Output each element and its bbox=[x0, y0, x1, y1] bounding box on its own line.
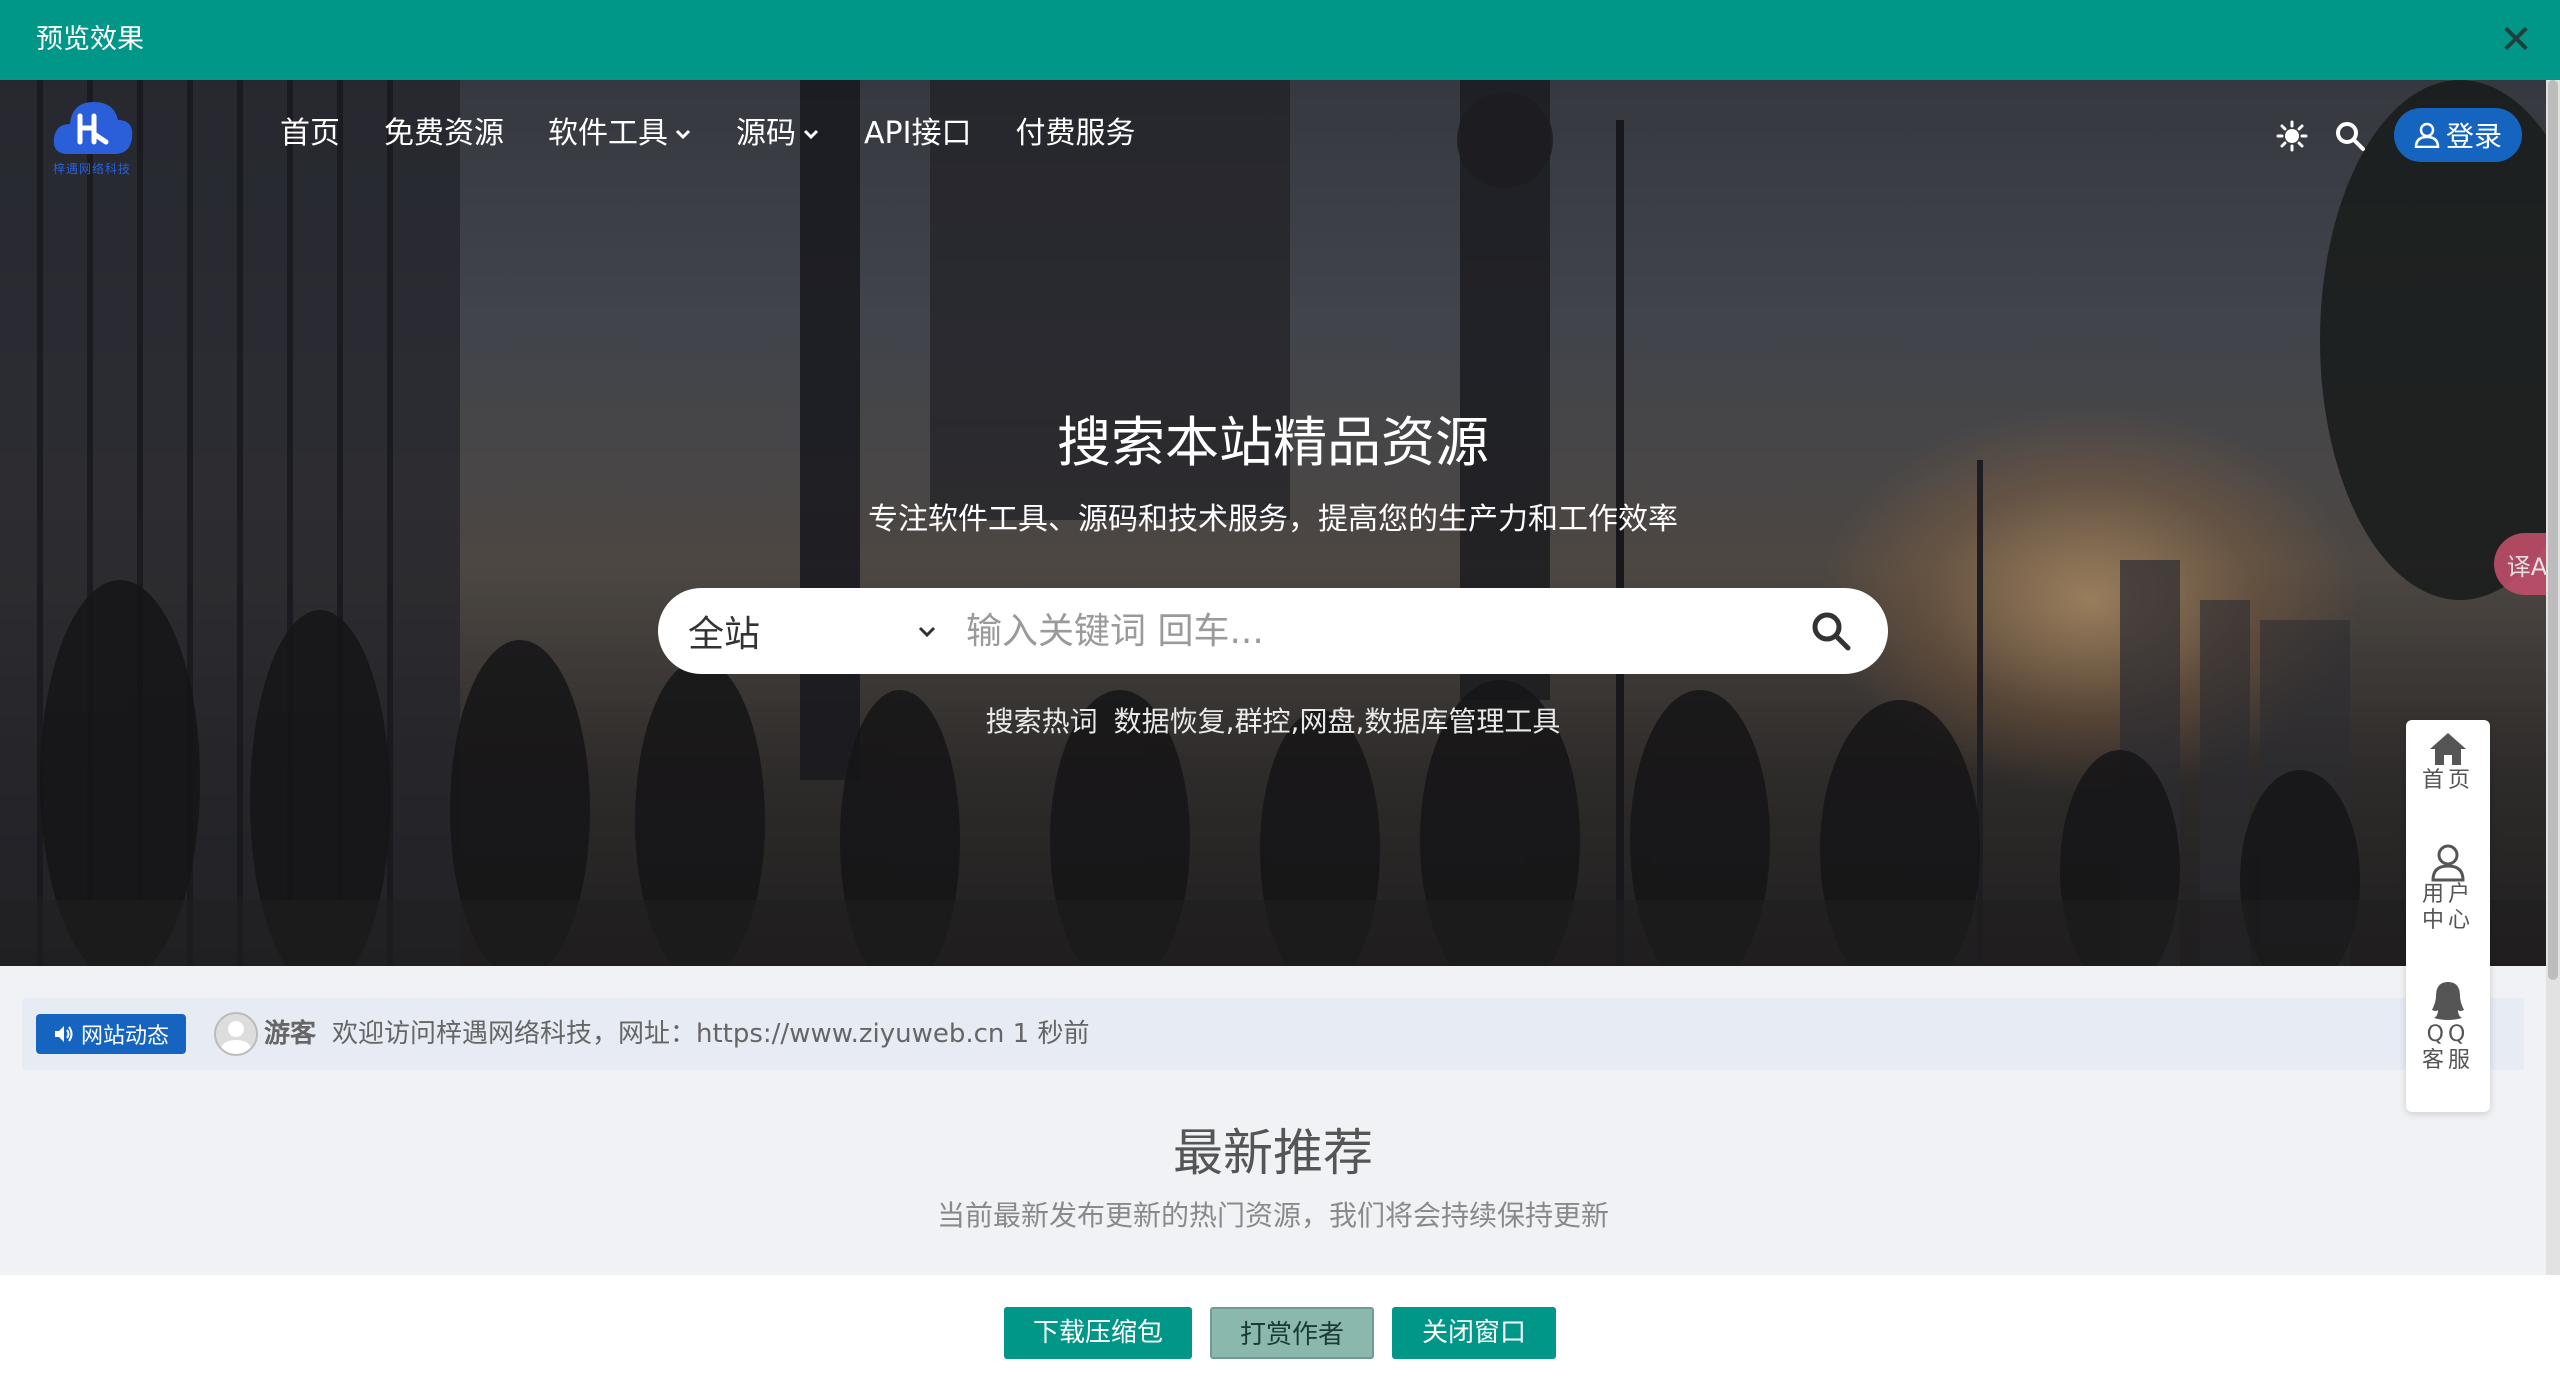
side-toolbar: 首页 用户 中心 QQ 客服 bbox=[2406, 720, 2490, 1112]
site-news-label: 网站动态 bbox=[80, 1024, 169, 1049]
site-notice-bar: 网站动态 游客 欢迎访问梓遇网络科技，网址：https://www.ziyuwe… bbox=[22, 998, 2524, 1070]
download-zip-button[interactable]: 下载压缩包 bbox=[1004, 1307, 1192, 1359]
preview-title: 预览效果 bbox=[36, 24, 144, 55]
side-qq-label-2: 客服 bbox=[2421, 1048, 2474, 1073]
login-label: 登录 bbox=[2445, 120, 2502, 153]
translate-icon: 译A bbox=[2506, 552, 2546, 581]
chevron-down-icon bbox=[803, 129, 819, 140]
side-home-label: 首页 bbox=[2421, 768, 2474, 793]
hero-subtitle: 专注软件工具、源码和技术服务，提高您的生产力和工作效率 bbox=[868, 502, 1678, 537]
scrollbar-thumb[interactable] bbox=[2548, 80, 2558, 980]
logo-text: 梓遇网络科技 bbox=[52, 162, 131, 176]
hot-search-label: 搜索热词 bbox=[985, 705, 1098, 738]
nav-item-label: API接口 bbox=[864, 116, 972, 151]
nav-item-label: 免费资源 bbox=[384, 116, 504, 151]
user-icon bbox=[2431, 844, 2465, 882]
reward-author-button[interactable]: 打赏作者 bbox=[1210, 1307, 1374, 1359]
side-user-label-2: 中心 bbox=[2421, 908, 2474, 933]
hot-search-terms[interactable]: 数据恢复,群控,网盘,数据库管理工具 bbox=[1114, 705, 1561, 738]
side-home-button[interactable]: 首页 bbox=[2406, 730, 2490, 794]
hero-banner: 梓遇网络科技 首页 免费资源 软件工具 源码 API接口 付费服务 登录 搜索本… bbox=[0, 80, 2546, 966]
close-icon[interactable]: ✕ bbox=[2496, 20, 2536, 60]
theme-toggle-button[interactable] bbox=[2272, 116, 2312, 156]
qq-penguin-icon bbox=[2432, 982, 2464, 1020]
vertical-scrollbar[interactable] bbox=[2546, 80, 2560, 1275]
nav-item-software-tools[interactable]: 软件工具 bbox=[548, 114, 692, 154]
side-qq-service-button[interactable]: QQ 客服 bbox=[2406, 980, 2490, 1074]
search-scope-select[interactable]: 全站 bbox=[688, 588, 936, 674]
main-nav: 首页 免费资源 软件工具 源码 API接口 付费服务 bbox=[280, 114, 1179, 154]
notice-user: 游客 bbox=[264, 1019, 317, 1049]
nav-item-label: 源码 bbox=[736, 116, 796, 151]
section-subtitle: 当前最新发布更新的热门资源，我们将会持续保持更新 bbox=[936, 1199, 1609, 1232]
nav-item-home[interactable]: 首页 bbox=[280, 114, 340, 154]
page-frame: 梓遇网络科技 首页 免费资源 软件工具 源码 API接口 付费服务 登录 搜索本… bbox=[0, 80, 2546, 1275]
site-logo[interactable]: 梓遇网络科技 bbox=[40, 94, 144, 180]
nav-item-source-code[interactable]: 源码 bbox=[736, 114, 820, 154]
speaker-icon bbox=[54, 1026, 73, 1042]
search-scope-value: 全站 bbox=[688, 614, 761, 655]
sun-icon bbox=[2276, 120, 2308, 152]
preview-action-bar: 下载压缩包 打赏作者 关闭窗口 bbox=[0, 1275, 2560, 1378]
side-qq-label-1: QQ bbox=[2426, 1022, 2470, 1047]
preview-bar: 预览效果 ✕ bbox=[0, 0, 2560, 80]
chevron-down-icon bbox=[918, 626, 936, 638]
avatar bbox=[214, 1012, 258, 1056]
nav-item-label: 首页 bbox=[280, 116, 340, 151]
search-icon[interactable] bbox=[1810, 610, 1852, 652]
notice-message: 欢迎访问梓遇网络科技，网址：https://www.ziyuweb.cn 1 秒… bbox=[332, 1019, 1090, 1049]
chevron-down-icon bbox=[675, 129, 691, 140]
header-search-button[interactable] bbox=[2330, 116, 2370, 156]
site-news-badge: 网站动态 bbox=[36, 1014, 186, 1054]
login-button[interactable]: 登录 bbox=[2394, 108, 2522, 162]
search-input[interactable] bbox=[966, 604, 1766, 658]
side-user-center-button[interactable]: 用户 中心 bbox=[2406, 842, 2490, 934]
nav-item-free-resources[interactable]: 免费资源 bbox=[384, 114, 504, 154]
side-user-label-1: 用户 bbox=[2421, 882, 2474, 907]
section-title: 最新推荐 bbox=[1173, 1124, 1373, 1182]
search-icon bbox=[2336, 122, 2365, 151]
user-icon bbox=[2414, 122, 2440, 148]
nav-item-api[interactable]: API接口 bbox=[864, 114, 971, 154]
nav-item-paid-services[interactable]: 付费服务 bbox=[1015, 114, 1135, 154]
avatar-icon bbox=[220, 1021, 252, 1054]
close-window-button[interactable]: 关闭窗口 bbox=[1392, 1307, 1556, 1359]
hot-search: 搜索热词 数据恢复,群控,网盘,数据库管理工具 bbox=[0, 702, 2546, 742]
nav-item-label: 软件工具 bbox=[548, 116, 668, 151]
search-bar: 全站 bbox=[658, 588, 1888, 674]
nav-item-label: 付费服务 bbox=[1015, 116, 1136, 151]
home-icon bbox=[2430, 733, 2466, 765]
hero-title: 搜索本站精品资源 bbox=[1057, 411, 1489, 474]
logo-cloud-icon bbox=[53, 102, 133, 154]
